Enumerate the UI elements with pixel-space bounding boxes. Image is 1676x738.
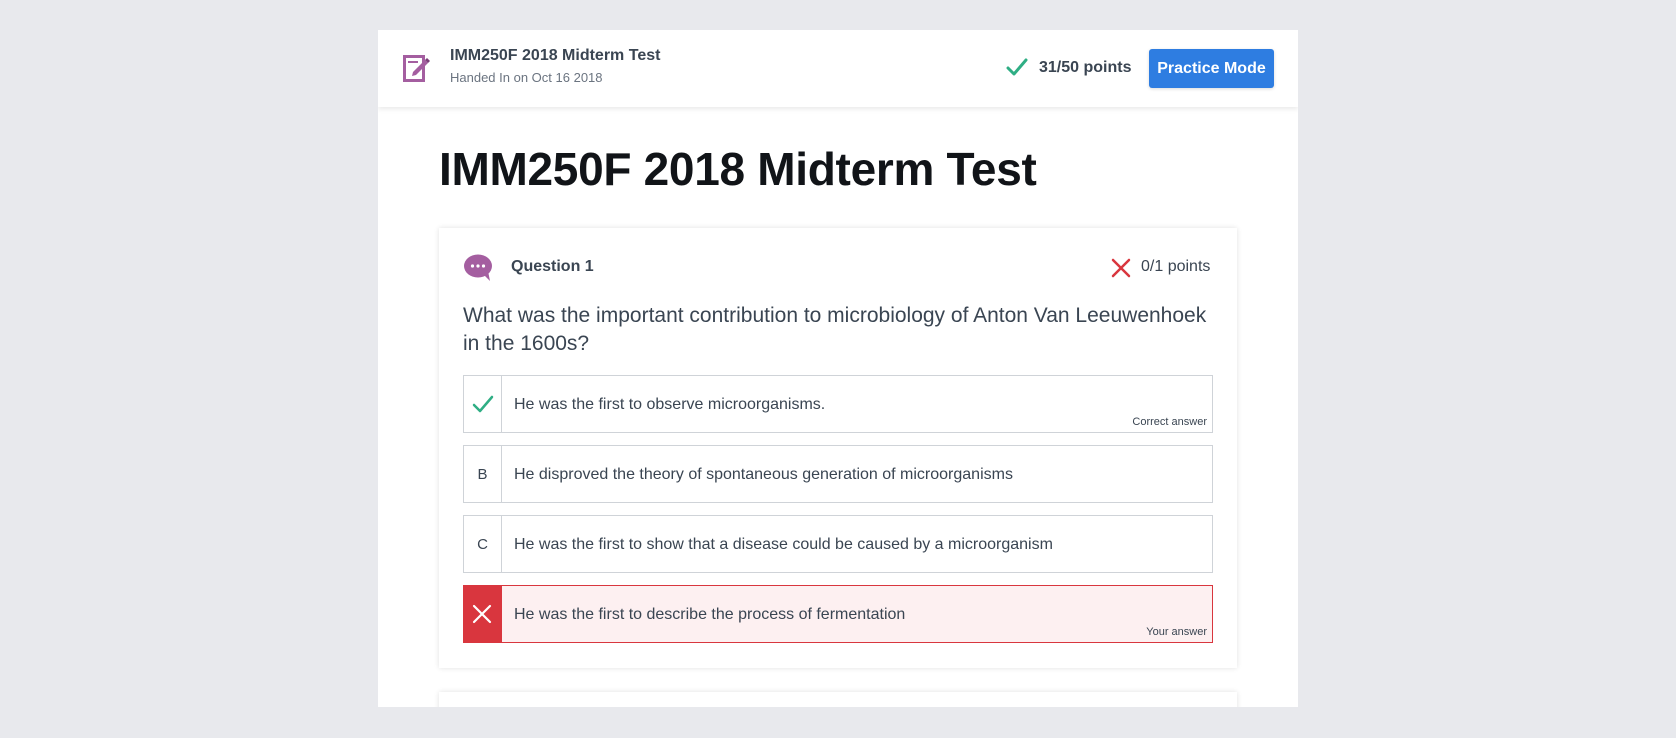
x-icon bbox=[472, 604, 492, 624]
quiz-title: IMM250F 2018 Midterm Test bbox=[450, 47, 661, 64]
handed-in-date: Handed In on Oct 16 2018 bbox=[450, 70, 603, 85]
option-text: He disproved the theory of spontaneous g… bbox=[514, 466, 1013, 483]
x-icon bbox=[1111, 258, 1131, 278]
question-points: 0/1 points bbox=[1141, 258, 1211, 275]
quiz-pencil-icon bbox=[403, 55, 430, 82]
answer-option-b[interactable]: B He disproved the theory of spontaneous… bbox=[463, 445, 1213, 503]
option-marker bbox=[464, 376, 502, 432]
next-question-card bbox=[439, 692, 1237, 707]
question-label: Question 1 bbox=[511, 258, 594, 275]
check-icon bbox=[1006, 58, 1028, 76]
answer-option-a[interactable]: He was the first to observe microorganis… bbox=[463, 375, 1213, 433]
option-marker: B bbox=[464, 446, 502, 502]
question-card: Question 1 0/1 points What was the impor… bbox=[439, 228, 1237, 668]
option-marker bbox=[463, 585, 502, 643]
option-text: He was the first to show that a disease … bbox=[514, 536, 1053, 553]
option-text: He was the first to observe microorganis… bbox=[514, 396, 826, 413]
quiz-header: IMM250F 2018 Midterm Test Handed In on O… bbox=[378, 30, 1298, 107]
check-icon bbox=[472, 395, 493, 413]
practice-mode-button[interactable]: Practice Mode bbox=[1149, 49, 1274, 88]
quiz-sheet: IMM250F 2018 Midterm Test Handed In on O… bbox=[378, 30, 1298, 707]
page-title: IMM250F 2018 Midterm Test bbox=[439, 143, 1037, 195]
answer-option-c[interactable]: C He was the first to show that a diseas… bbox=[463, 515, 1213, 573]
correct-answer-label: Correct answer bbox=[1132, 416, 1207, 428]
option-marker: C bbox=[464, 516, 502, 572]
speech-bubble-icon bbox=[464, 254, 492, 281]
option-text: He was the first to describe the process… bbox=[514, 606, 906, 623]
answer-option-d[interactable]: He was the first to describe the process… bbox=[463, 585, 1213, 643]
question-text: What was the important contribution to m… bbox=[463, 304, 1207, 355]
total-score: 31/50 points bbox=[1039, 59, 1132, 76]
your-answer-label: Your answer bbox=[1146, 626, 1207, 638]
